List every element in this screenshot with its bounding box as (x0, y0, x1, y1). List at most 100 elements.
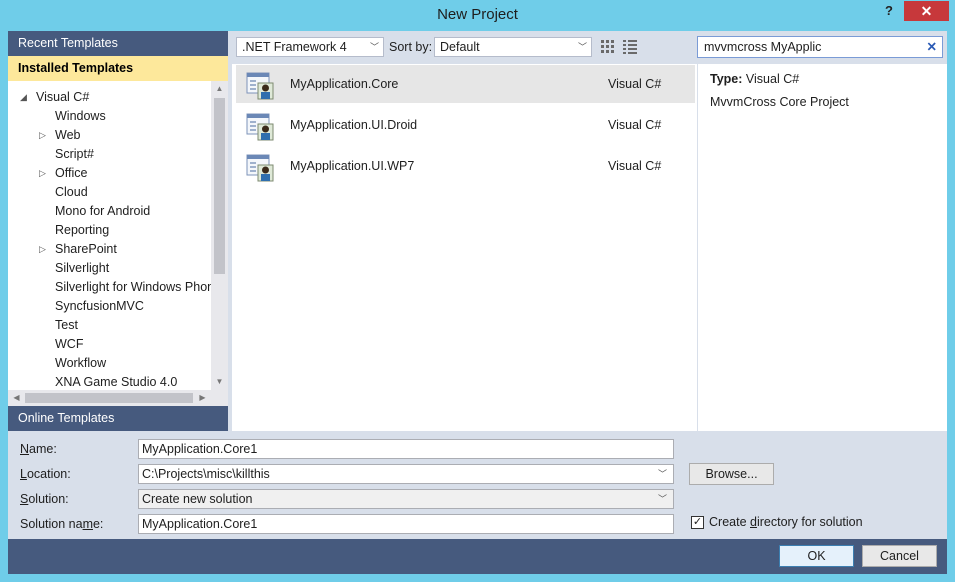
tree-item[interactable]: Silverlight for Windows Phone (55, 278, 211, 297)
scroll-down-icon[interactable]: ▼ (211, 374, 228, 390)
chevron-down-icon: ﹀ (657, 494, 667, 504)
template-description: MvvmCross Core Project (710, 95, 849, 109)
dialog-client-area: Recent Templates Installed Templates ◢ Vi… (8, 31, 947, 574)
location-combo[interactable]: C:\Projects\misc\killthis ﹀ (138, 464, 674, 484)
collapsed-arrow-icon[interactable]: ▷ (39, 164, 46, 183)
tree-item-label: Workflow (55, 356, 107, 370)
tree-item[interactable]: ▷ Office (39, 164, 88, 183)
close-button[interactable]: ✕ (904, 1, 949, 21)
template-list: MyApplication.Core Visual C# MyApplication… (232, 64, 697, 431)
create-directory-label[interactable]: Create directory for solution (709, 515, 863, 529)
browse-button[interactable]: Browse... (689, 463, 774, 485)
framework-select[interactable]: .NET Framework 4 ﹀ (236, 37, 384, 57)
ok-button[interactable]: OK (779, 545, 854, 567)
type-value: Visual C# (745, 72, 800, 86)
tree-item[interactable]: SyncfusionMVC (55, 297, 144, 316)
tree-item[interactable]: Test (55, 316, 78, 335)
tree-item-label: Visual C# (36, 90, 90, 104)
template-name: MyApplication.Core (290, 77, 399, 91)
template-name: MyApplication.UI.Droid (290, 118, 418, 132)
tree-item[interactable]: Windows (55, 107, 106, 126)
type-label: Type: (710, 72, 743, 86)
name-label: Name: (20, 442, 57, 456)
close-icon: ✕ (920, 3, 933, 19)
small-icons-view-icon[interactable] (623, 40, 637, 54)
tree-item-label: Windows (55, 109, 106, 123)
dialog-footer: OK Cancel (8, 539, 947, 574)
solution-label: Solution: (20, 492, 69, 506)
solution-name-label: Solution name: (20, 517, 104, 531)
name-field[interactable]: MyApplication.Core1 (138, 439, 674, 459)
tree-item-label: WCF (55, 337, 84, 351)
template-detail-panel: Type: Visual C# MvvmCross Core Project (698, 64, 947, 431)
installed-templates-header[interactable]: Installed Templates (8, 56, 228, 81)
tree-item[interactable]: Cloud (55, 183, 88, 202)
scroll-thumb[interactable] (214, 98, 225, 274)
project-template-icon (246, 72, 274, 100)
chevron-down-icon: ﹀ (369, 42, 379, 52)
create-directory-checkbox[interactable]: ✓ (691, 516, 704, 529)
template-language: Visual C# (608, 77, 662, 91)
collapsed-arrow-icon[interactable]: ▷ (39, 240, 46, 259)
template-tree: ◢ Visual C# Windows ▷ Web Script# ▷ Office Cloud… (8, 81, 211, 390)
template-row[interactable]: MyApplication.UI.Droid Visual C# (236, 106, 695, 144)
tree-item[interactable]: ▷ SharePoint (39, 240, 117, 259)
framework-value: .NET Framework 4 (242, 40, 347, 54)
tree-item-label: Silverlight (55, 261, 110, 275)
expanded-arrow-icon[interactable]: ◢ (20, 88, 27, 107)
solution-select[interactable]: Create new solution ﹀ (138, 489, 674, 509)
sort-select[interactable]: Default ﹀ (434, 37, 592, 57)
title-bar[interactable]: New Project ? ✕ (0, 0, 955, 30)
tree-item-label: Reporting (55, 223, 110, 237)
solution-value: Create new solution (142, 492, 253, 506)
online-templates-header[interactable]: Online Templates (8, 406, 228, 431)
tree-item-label: Office (55, 166, 88, 180)
recent-templates-header[interactable]: Recent Templates (8, 31, 228, 56)
window-title: New Project (437, 6, 518, 23)
tree-vertical-scrollbar[interactable]: ▲ ▼ (211, 81, 228, 390)
scroll-right-icon[interactable]: ▶ (194, 390, 211, 406)
collapsed-arrow-icon[interactable]: ▷ (39, 126, 46, 145)
clear-search-icon[interactable]: ✕ (927, 37, 937, 57)
template-name: MyApplication.UI.WP7 (290, 159, 415, 173)
scroll-left-icon[interactable]: ◀ (8, 390, 25, 406)
chevron-down-icon: ﹀ (657, 469, 667, 479)
cancel-button[interactable]: Cancel (862, 545, 937, 567)
tree-item[interactable]: Reporting (55, 221, 109, 240)
tree-item-label: Script# (55, 147, 94, 161)
template-row[interactable]: MyApplication.Core Visual C# (236, 65, 695, 103)
tree-item[interactable]: ◢ Visual C# (20, 88, 90, 107)
location-value: C:\Projects\misc\killthis (142, 467, 270, 481)
hscroll-thumb[interactable] (25, 393, 193, 403)
tree-item[interactable]: ▷ Web (39, 126, 81, 145)
template-row[interactable]: MyApplication.UI.WP7 Visual C# (236, 147, 695, 185)
search-value: mvvmcross MyApplic (704, 40, 822, 54)
sort-value: Default (440, 40, 480, 54)
tree-item[interactable]: Silverlight (55, 259, 109, 278)
tree-item-label: Test (55, 318, 78, 332)
medium-icons-view-icon[interactable] (601, 40, 615, 54)
solution-name-field[interactable]: MyApplication.Core1 (138, 514, 674, 534)
tree-item-label: Silverlight for Windows Phone (55, 280, 211, 294)
tree-item[interactable]: Script# (55, 145, 94, 164)
tree-item-label: SharePoint (55, 242, 117, 256)
scroll-corner (211, 390, 228, 406)
chevron-down-icon: ﹀ (577, 42, 587, 52)
tree-item-label: Mono for Android (55, 204, 151, 218)
tree-item[interactable]: XNA Game Studio 4.0 (55, 373, 177, 390)
scroll-up-icon[interactable]: ▲ (211, 81, 228, 97)
tree-item[interactable]: WCF (55, 335, 83, 354)
sort-by-label: Sort by: (389, 40, 433, 54)
help-button[interactable]: ? (878, 1, 900, 21)
template-categories-panel: Recent Templates Installed Templates ◢ Vi… (8, 31, 228, 431)
location-label: Location: (20, 467, 71, 481)
new-project-dialog: New Project ? ✕ Recent Templates Install… (0, 0, 955, 582)
tree-item-label: Web (55, 128, 81, 142)
checkmark-icon: ✓ (692, 516, 703, 528)
tree-item-label: Cloud (55, 185, 88, 199)
tree-horizontal-scrollbar[interactable]: ◀ ▶ (8, 390, 211, 406)
tree-item[interactable]: Mono for Android (55, 202, 150, 221)
tree-item[interactable]: Workflow (55, 354, 106, 373)
project-template-icon (246, 113, 274, 141)
search-installed-templates-input[interactable]: mvvmcross MyApplic ✕ (697, 36, 943, 58)
